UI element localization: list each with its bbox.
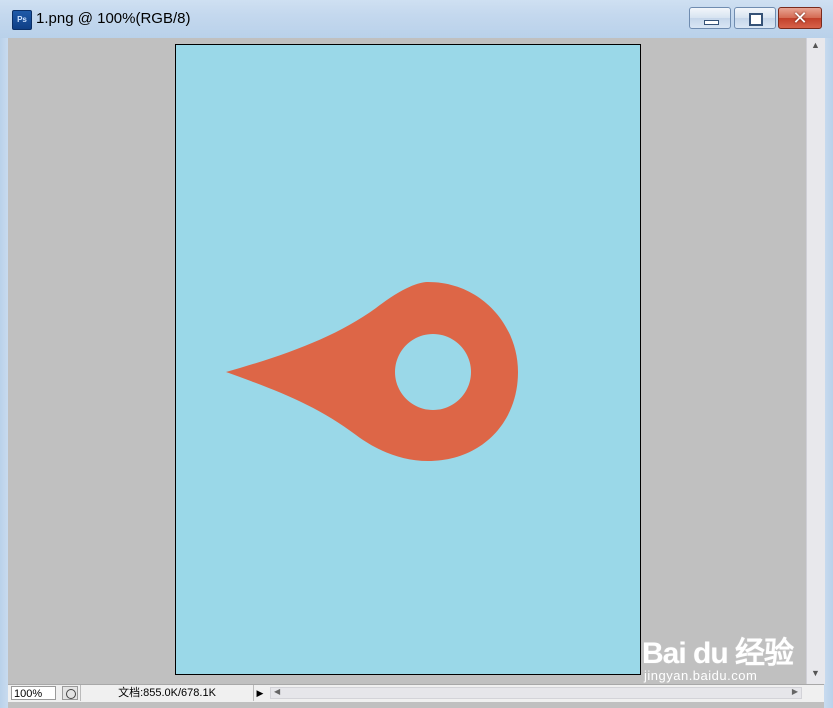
watermark-logo: Bai du 经验: [642, 637, 794, 670]
scroll-up-icon[interactable]: ▲: [811, 40, 820, 50]
status-bar: 100% 文档:855.0K/678.1K ▶ ◀ ▶: [8, 684, 824, 702]
window-frame-left: [0, 38, 8, 708]
document-size-info: 文档:855.0K/678.1K: [80, 685, 254, 701]
horizontal-scrollbar[interactable]: ◀ ▶: [270, 687, 802, 699]
minimize-icon: [704, 20, 719, 25]
status-menu-arrow-icon[interactable]: ▶: [254, 686, 266, 700]
title-bar[interactable]: Ps 1.png @ 100%(RGB/8) ✕: [0, 0, 833, 39]
location-pin-icon: [226, 282, 518, 461]
scroll-left-icon[interactable]: ◀: [274, 687, 280, 696]
scroll-down-icon[interactable]: ▼: [811, 668, 820, 678]
close-button[interactable]: ✕: [778, 7, 822, 29]
vertical-scrollbar[interactable]: ▲ ▼: [806, 38, 825, 684]
preview-icon: [66, 689, 76, 699]
watermark-url: jingyan.baidu.com: [644, 668, 758, 683]
close-icon: ✕: [792, 8, 808, 28]
maximize-icon: [749, 13, 763, 26]
preview-button[interactable]: [62, 686, 78, 700]
scroll-right-icon[interactable]: ▶: [792, 687, 798, 696]
zoom-level-field[interactable]: 100%: [11, 686, 56, 700]
minimize-button[interactable]: [689, 7, 731, 29]
document-canvas[interactable]: [175, 44, 641, 675]
window-title: 1.png @ 100%(RGB/8): [36, 10, 191, 27]
photoshop-icon: Ps: [12, 10, 32, 30]
maximize-button[interactable]: [734, 7, 776, 29]
window-frame-right: [824, 38, 833, 708]
baidu-watermark: Bai du 经验 jingyan.baidu.com: [642, 620, 802, 684]
